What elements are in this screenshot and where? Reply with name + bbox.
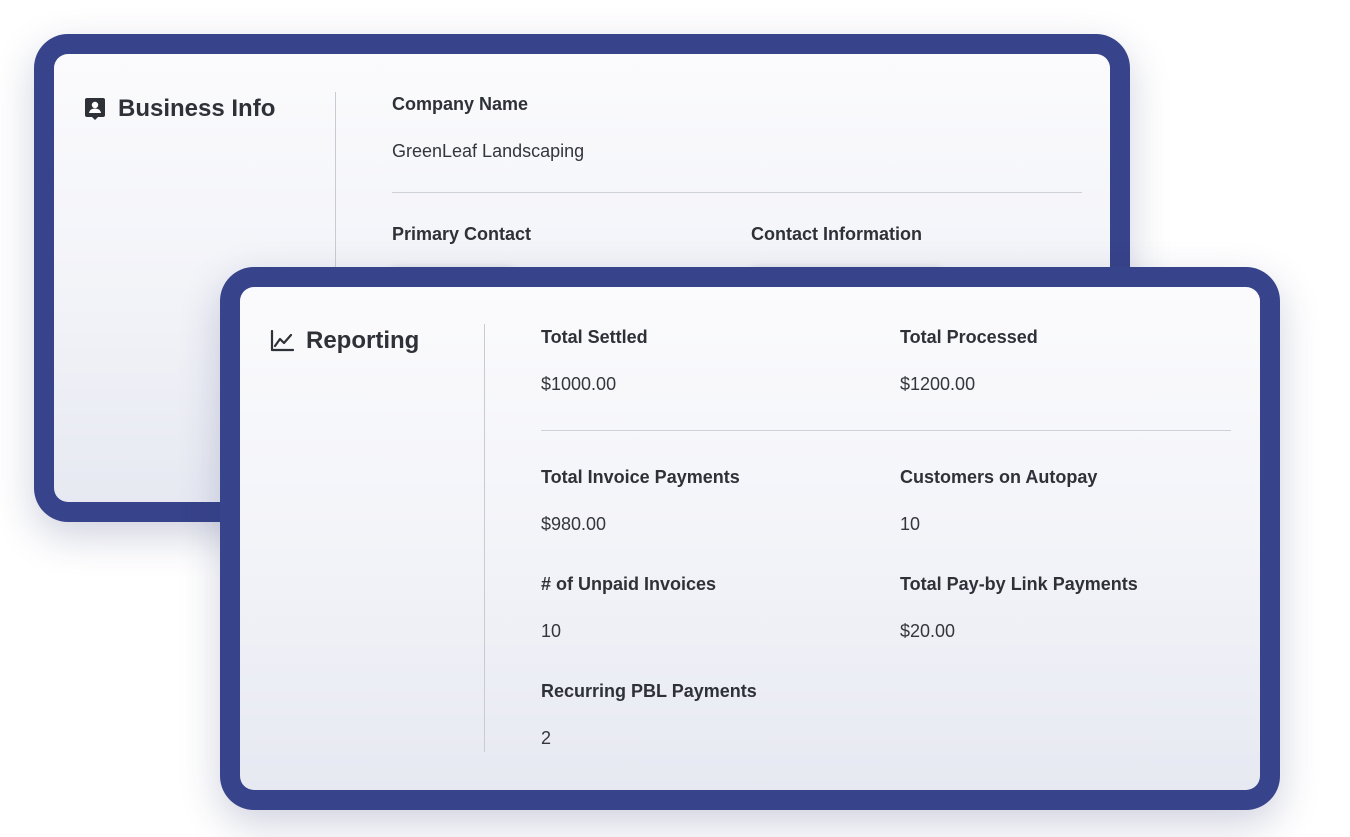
- reporting-row-divider: [541, 430, 1231, 431]
- stage: Business Info Company Name GreenLeaf Lan…: [0, 0, 1350, 837]
- business-info-divider: [335, 92, 336, 292]
- contact-card-icon: [84, 97, 106, 121]
- customers-on-autopay-value: 10: [900, 514, 921, 534]
- contact-information-label: Contact Information: [751, 224, 922, 244]
- total-settled-label: Total Settled: [541, 327, 648, 347]
- reporting-divider: [484, 324, 485, 752]
- company-name-value: GreenLeaf Landscaping: [392, 141, 585, 161]
- customers-on-autopay-label: Customers on Autopay: [900, 467, 1098, 487]
- total-invoice-payments-value: $980.00: [541, 514, 607, 534]
- reporting-title: Reporting: [306, 327, 420, 354]
- unpaid-invoices-label: # of Unpaid Invoices: [541, 574, 717, 594]
- reporting-panel: Reporting Total Settled $1000.00 Total P…: [240, 287, 1260, 790]
- reporting-card: Reporting Total Settled $1000.00 Total P…: [220, 267, 1280, 810]
- primary-contact-label: Primary Contact: [392, 224, 532, 244]
- total-processed-label: Total Processed: [900, 327, 1038, 347]
- unpaid-invoices-value: 10: [541, 621, 562, 641]
- recurring-pbl-payments-value: 2: [541, 728, 552, 748]
- recurring-pbl-payments-label: Recurring PBL Payments: [541, 681, 757, 701]
- total-settled-value: $1000.00: [541, 374, 617, 394]
- pay-by-link-payments-label: Total Pay-by Link Payments: [900, 574, 1138, 594]
- total-invoice-payments-label: Total Invoice Payments: [541, 467, 740, 487]
- business-info-row-divider: [392, 192, 1082, 193]
- business-info-header: Business Info: [84, 95, 275, 123]
- business-info-title: Business Info: [118, 95, 276, 122]
- total-processed-value: $1200.00: [900, 374, 976, 394]
- company-name-label: Company Name: [392, 94, 529, 114]
- reporting-header: Reporting: [270, 327, 419, 355]
- pay-by-link-payments-value: $20.00: [900, 621, 956, 641]
- line-chart-icon: [270, 330, 294, 352]
